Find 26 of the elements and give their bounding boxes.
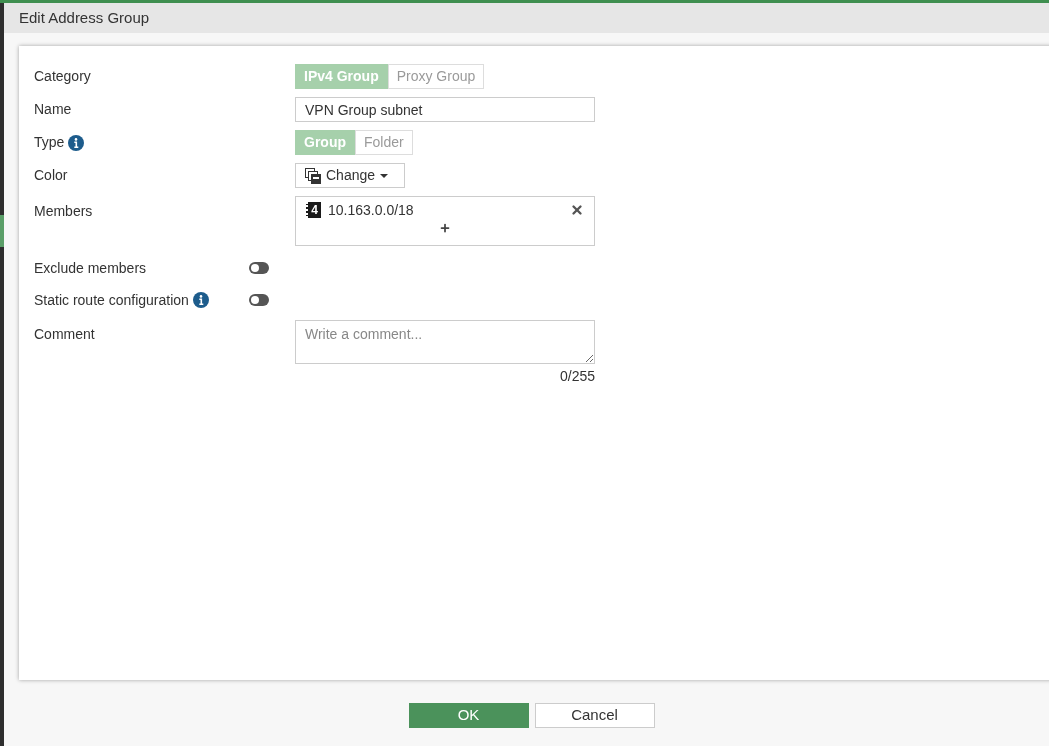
stacked-squares-icon [305,167,321,184]
field-label: Type [34,133,65,152]
field-label: Name [34,100,72,119]
members-list[interactable]: 4 10.163.0.0/18 [295,196,595,246]
change-color-button[interactable]: Change [295,163,405,188]
field-label: Comment [34,325,95,344]
cancel-button[interactable]: Cancel [534,703,655,728]
ok-button[interactable]: OK [408,703,529,728]
toggle-switch[interactable] [249,294,269,306]
character-counter: 0/255 [559,367,595,386]
address-badge: 4 [306,202,321,218]
add-icon[interactable] [439,222,451,234]
comment-field[interactable]: Write a comment... [295,320,595,364]
remove-icon[interactable] [570,203,584,217]
dialog-title: Edit Address Group [19,7,150,28]
caret-icon [380,173,389,178]
field-label: Static route configuration [34,290,189,310]
field-label: Members [34,202,93,221]
field-label: Color [34,166,68,185]
name-input[interactable]: VPN Group subnet [295,97,595,122]
segment-tab[interactable]: Proxy Group [387,64,485,89]
segment-tab[interactable]: Folder [355,130,413,155]
field-label: Exclude members [34,258,147,278]
member-address: 10.163.0.0/18 [328,200,414,220]
field-label: Category [34,67,91,86]
toggle-switch[interactable] [249,262,269,274]
